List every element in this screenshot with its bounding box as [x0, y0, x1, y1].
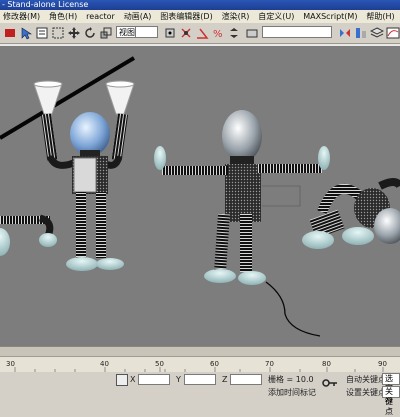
select-move-icon[interactable] — [66, 25, 82, 41]
grid-size-text: 栅格 = 10.0 — [268, 375, 314, 384]
perspective-viewport[interactable] — [0, 44, 400, 348]
use-pivot-center-icon[interactable] — [162, 25, 178, 41]
window-title-bar: - Stand-alone License — [0, 0, 400, 10]
angle-snap-icon[interactable] — [194, 25, 210, 41]
window-title: - Stand-alone License — [2, 0, 89, 9]
menu-graph-editors[interactable]: 图表编辑器(D) — [157, 10, 215, 23]
menu-animation[interactable]: 动画(A) — [121, 10, 155, 23]
key-icon[interactable] — [322, 378, 338, 388]
tick-label: 90 — [378, 360, 387, 368]
spinner-snap-icon[interactable] — [226, 25, 242, 41]
auto-key-selection-field[interactable]: 选定对 — [382, 373, 400, 403]
pivot-dropdown[interactable] — [136, 26, 158, 38]
lamp-robot-middle — [154, 110, 330, 337]
auto-key-button[interactable]: 自动关键点 — [346, 374, 386, 385]
z-label: Z — [222, 375, 228, 384]
snaps-toggle-icon[interactable] — [178, 25, 194, 41]
menu-customize[interactable]: 自定义(U) — [255, 10, 297, 23]
main-toolbar: 视图 % — [0, 23, 400, 44]
x-coordinate-field[interactable] — [138, 374, 170, 385]
layer-manager-icon[interactable] — [369, 25, 385, 41]
percent-snap-icon[interactable]: % — [210, 25, 226, 41]
menu-modifiers[interactable]: 修改器(M) — [0, 10, 43, 23]
x-label: X — [130, 375, 136, 384]
curve-editor-icon[interactable] — [385, 25, 400, 41]
tick-label: 60 — [210, 360, 219, 368]
z-coordinate-field[interactable] — [230, 374, 262, 385]
tick-label: 40 — [100, 360, 109, 368]
menu-help[interactable]: 帮助(H) — [363, 10, 397, 23]
lamp-robot-edge — [0, 214, 57, 256]
tick-label: 70 — [265, 360, 274, 368]
menu-maxscript[interactable]: MAXScript(M) — [300, 10, 360, 23]
menu-bar: 修改器(M) 角色(H) reactor 动画(A) 图表编辑器(D) 渲染(R… — [0, 10, 400, 24]
lamp-robot-right — [302, 178, 400, 249]
reference-coordinate-dropdown[interactable]: 视图 — [116, 26, 136, 38]
set-key-button[interactable]: 设置关键点 — [346, 387, 386, 398]
tick-label: 80 — [322, 360, 331, 368]
named-selection-dropdown[interactable] — [262, 26, 332, 38]
menu-character[interactable]: 角色(H) — [46, 10, 80, 23]
add-time-tag[interactable]: 添加时间标记 — [268, 387, 316, 398]
y-label: Y — [176, 375, 181, 384]
tick-label: 30 — [6, 360, 15, 368]
menu-reactor[interactable]: reactor — [83, 10, 118, 23]
scene-render — [0, 56, 400, 337]
y-coordinate-field[interactable] — [184, 374, 216, 385]
mirror-icon[interactable] — [337, 25, 353, 41]
align-icon[interactable] — [353, 25, 369, 41]
named-selection-set-icon[interactable] — [244, 25, 260, 41]
tick-label: 50 — [155, 360, 164, 368]
lock-selection-icon[interactable] — [116, 374, 128, 386]
track-bar-ticks: 30 40 50 60 70 80 90 — [6, 360, 387, 373]
undo-icon[interactable] — [2, 25, 18, 41]
key-filters-button[interactable]: 关键点 — [382, 386, 400, 416]
select-rotate-icon[interactable] — [82, 25, 98, 41]
select-scale-icon[interactable] — [98, 25, 114, 41]
select-object-icon[interactable] — [18, 25, 34, 41]
select-by-name-icon[interactable] — [34, 25, 50, 41]
status-bar: X Y Z 栅格 = 10.0 添加时间标记 自动关键点 选定对 设置关键点 关… — [0, 372, 400, 416]
svg-text:%: % — [213, 29, 223, 40]
menu-rendering[interactable]: 渲染(R) — [219, 10, 253, 23]
select-region-icon[interactable] — [50, 25, 66, 41]
